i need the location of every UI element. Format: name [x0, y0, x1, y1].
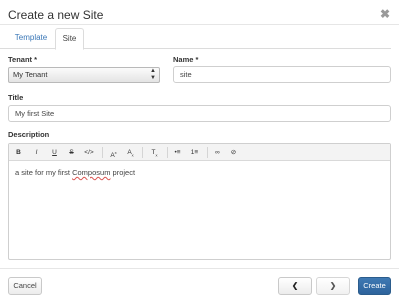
name-input[interactable]: site — [173, 66, 391, 83]
dialog-title: Create a new Site — [8, 8, 104, 22]
subscript-mark: x — [131, 152, 134, 158]
numbered-list-button[interactable]: 1≡ — [189, 147, 200, 158]
strikethrough-button[interactable]: S — [67, 147, 76, 158]
clear-format-mark: x — [155, 152, 158, 158]
footer-divider — [0, 268, 399, 269]
tab-bar: Template Site — [0, 28, 391, 50]
close-icon[interactable]: ✖ — [380, 8, 390, 20]
select-arrows-icon: ▲ ▼ — [150, 68, 156, 81]
description-prefix: a site for my first — [15, 168, 73, 177]
bold-button[interactable]: B — [14, 147, 23, 158]
header-divider — [0, 24, 399, 25]
previous-button[interactable]: ❮ — [278, 277, 312, 295]
underline-button[interactable]: U — [50, 147, 59, 158]
tenant-select[interactable]: My Tenant ▲ ▼ — [8, 67, 160, 83]
chevron-right-icon: ❯ — [329, 281, 337, 290]
create-site-dialog: Create a new Site ✖ Template Site Tenant… — [0, 0, 399, 302]
title-label: Title — [8, 93, 24, 102]
toolbar-separator — [142, 147, 143, 158]
italic-button[interactable]: I — [32, 147, 41, 158]
editor-toolbar: B I U S </> Ax Ax Tx •≡ 1≡ ∞ ⊘ — [9, 144, 390, 161]
code-button[interactable]: </> — [83, 147, 95, 158]
description-label: Description — [8, 130, 50, 139]
unlink-button[interactable]: ⊘ — [228, 147, 239, 158]
toolbar-separator — [167, 147, 168, 158]
subscript-button[interactable]: Ax — [125, 147, 136, 158]
toolbar-separator — [207, 147, 208, 158]
clear-format-button[interactable]: Tx — [149, 147, 160, 158]
name-label: Name * — [173, 55, 199, 64]
bullet-list-button[interactable]: •≡ — [172, 147, 183, 158]
tenant-label: Tenant * — [8, 55, 38, 64]
superscript-button[interactable]: Ax — [108, 147, 119, 159]
tab-template[interactable]: Template — [8, 28, 54, 49]
cancel-button[interactable]: Cancel — [8, 277, 42, 295]
tenant-select-value: My Tenant — [13, 70, 48, 79]
create-button[interactable]: Create — [358, 277, 391, 295]
tab-site[interactable]: Site — [55, 28, 84, 50]
description-text[interactable]: a site for my first Composum project — [15, 168, 135, 177]
superscript-mark: x — [114, 150, 117, 155]
next-button[interactable]: ❯ — [316, 277, 350, 295]
description-editor[interactable]: B I U S </> Ax Ax Tx •≡ 1≡ ∞ ⊘ a site fo… — [8, 143, 391, 260]
description-suffix: project — [110, 168, 136, 177]
title-input[interactable]: My first Site — [8, 105, 391, 122]
chevron-left-icon: ❮ — [291, 281, 299, 290]
misspelled-word: Composum — [72, 168, 111, 177]
toolbar-separator — [102, 147, 103, 158]
link-button[interactable]: ∞ — [212, 147, 223, 158]
